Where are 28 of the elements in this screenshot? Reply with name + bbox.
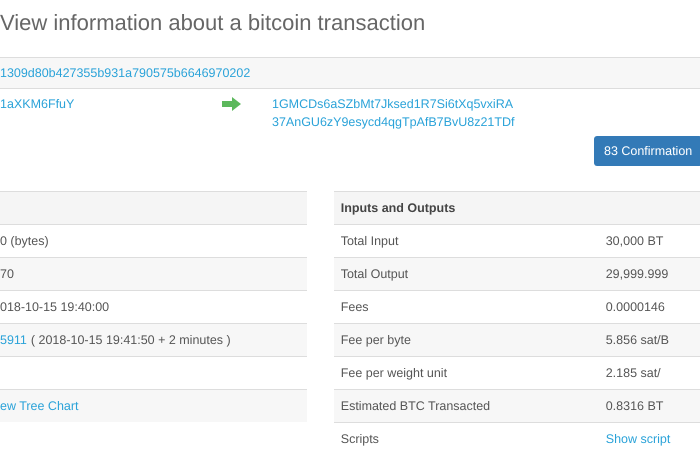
row-value: 30,000 BT xyxy=(606,234,664,248)
row-label: Total Output xyxy=(340,267,410,281)
row-value: 0.0000146 xyxy=(606,300,665,314)
page-title: View information about a bitcoin transaction xyxy=(0,9,426,37)
block-link[interactable]: 5911 xyxy=(0,333,27,347)
row-label: Total Input xyxy=(340,234,400,248)
confirmations-button[interactable]: 83 Confirmation xyxy=(594,136,700,166)
row-label: Fees xyxy=(340,300,370,314)
tree-chart-link[interactable]: ew Tree Chart xyxy=(0,399,79,413)
row-label: Fee per byte xyxy=(340,333,412,347)
row-label: Estimated BTC Transacted xyxy=(340,399,492,413)
row-label: Fee per weight unit xyxy=(340,366,448,380)
row-label: Scripts xyxy=(340,432,380,446)
output-address-link[interactable]: 1GMCDs6aSZbMt7Jksed1R7Si6tXq5vxiRA xyxy=(272,97,514,111)
arrow-right-icon xyxy=(222,97,241,111)
row-value: 29,999.999 xyxy=(606,267,668,281)
input-address-link[interactable]: 1aXKM6FfuY xyxy=(0,97,74,111)
transaction-hash-link[interactable]: 1309d80b427355b931a790575b6646970202 xyxy=(0,66,250,80)
table-cell: 018-10-15 19:40:00 xyxy=(0,300,110,314)
table-cell: 70 xyxy=(0,267,14,281)
row-value: 5.856 sat/B xyxy=(606,333,669,347)
block-time: ( 2018-10-15 19:41:50 + 2 minutes ) xyxy=(30,333,231,347)
row-value: 2.185 sat/ xyxy=(606,366,661,380)
output-address-link[interactable]: 37AnGU6zY9esycd4qgTpAfB7BvU8z21TDf xyxy=(272,115,514,129)
table-heading: Inputs and Outputs xyxy=(340,201,456,215)
show-scripts-link[interactable]: Show script xyxy=(606,432,670,446)
row-value: 0.8316 BT xyxy=(606,399,664,413)
table-cell: 0 (bytes) xyxy=(0,234,49,248)
